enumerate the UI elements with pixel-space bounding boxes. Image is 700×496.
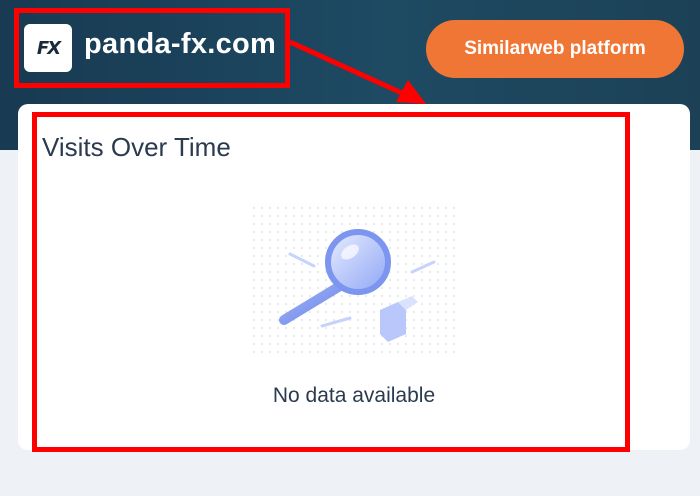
annotation-box-chart — [32, 112, 630, 452]
annotation-box-site — [14, 8, 290, 88]
similarweb-platform-button[interactable]: Similarweb platform — [426, 20, 684, 78]
